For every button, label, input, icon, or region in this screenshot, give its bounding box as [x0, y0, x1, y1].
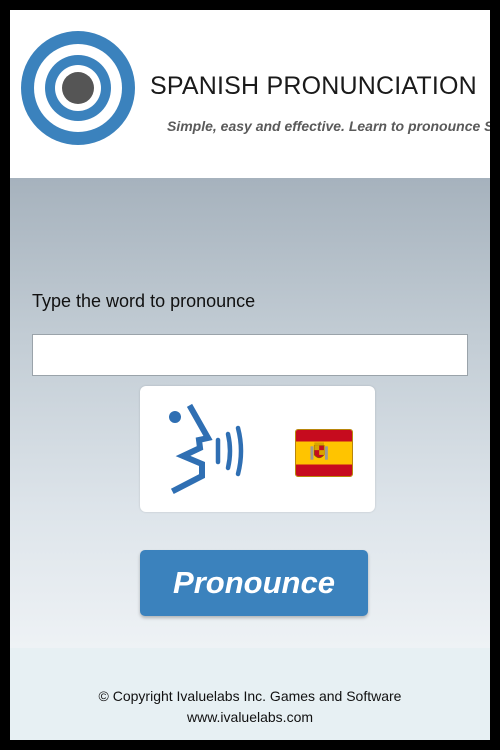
target-logo-icon: [21, 31, 135, 145]
app-title: SPANISH PRONUNCIATION: [150, 72, 477, 100]
app-header: SPANISH PRONUNCIATION Simple, easy and e…: [10, 10, 490, 178]
copyright-text: © Copyright Ivaluelabs Inc. Games and So…: [98, 688, 402, 704]
footer: © Copyright Ivaluelabs Inc. Games and So…: [10, 648, 490, 740]
prompt-label: Type the word to pronounce: [32, 291, 256, 311]
word-input[interactable]: [32, 334, 468, 376]
voice-panel: [140, 386, 375, 512]
website-link[interactable]: www.ivaluelabs.com: [10, 709, 490, 725]
pronounce-button[interactable]: Pronounce: [140, 550, 368, 616]
app-screen: SPANISH PRONUNCIATION Simple, easy and e…: [10, 10, 490, 740]
app-tagline: Simple, easy and effective. Learn to pro…: [167, 118, 490, 134]
spain-flag-icon[interactable]: [295, 429, 353, 477]
speaking-head-icon[interactable]: [158, 400, 253, 500]
main-panel: Type the word to pronounce Pronounce: [10, 178, 490, 648]
